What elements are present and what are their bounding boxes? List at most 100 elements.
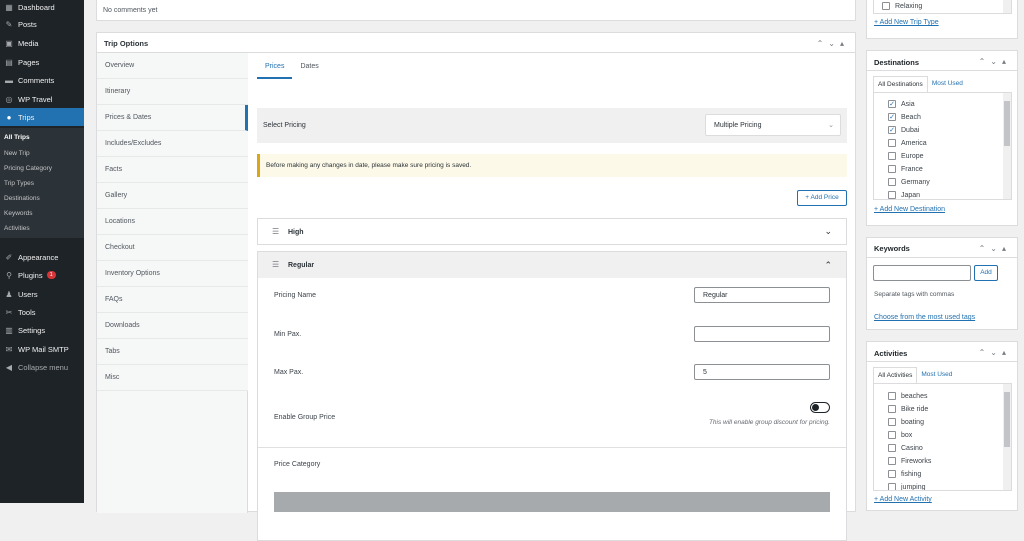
- tab-most-used[interactable]: Most Used: [917, 367, 956, 383]
- add-new-destination-link[interactable]: + Add New Destination: [874, 206, 945, 213]
- collapse-menu[interactable]: ◀ Collapse menu: [0, 358, 84, 376]
- trip-type-relaxing[interactable]: Relaxing: [882, 2, 922, 10]
- keyword-input[interactable]: [873, 265, 971, 281]
- tab-downloads[interactable]: Downloads: [97, 313, 248, 339]
- activity-item[interactable]: boating: [888, 418, 924, 426]
- activity-item[interactable]: fishing: [888, 470, 921, 478]
- activity-item[interactable]: box: [888, 431, 912, 439]
- scrollbar[interactable]: [1003, 0, 1011, 13]
- price-row-high[interactable]: ☰ High ⌄: [257, 218, 847, 245]
- tab-facts[interactable]: Facts: [97, 157, 248, 183]
- menu-posts[interactable]: ✎ Posts: [0, 15, 84, 33]
- menu-wp-mail-smtp[interactable]: ✉ WP Mail SMTP: [0, 340, 84, 358]
- menu-trips[interactable]: ● Trips: [0, 108, 84, 126]
- min-pax-input[interactable]: [694, 326, 830, 342]
- destination-item[interactable]: France: [888, 165, 923, 173]
- tab-all-destinations[interactable]: All Destinations: [873, 76, 928, 92]
- tab-includes-excludes[interactable]: Includes/Excludes: [97, 131, 248, 157]
- submenu-all-trips[interactable]: All Trips: [4, 134, 30, 141]
- checkbox[interactable]: ✓: [888, 100, 896, 108]
- drag-handle-icon[interactable]: ☰: [272, 260, 279, 269]
- price-category-row[interactable]: [274, 492, 830, 512]
- subtab-dates[interactable]: Dates: [292, 53, 326, 79]
- submenu-keywords[interactable]: Keywords: [4, 210, 33, 217]
- box-controls[interactable]: ⌃⌄▴: [979, 348, 1011, 357]
- tab-all-activities[interactable]: All Activities: [873, 367, 918, 383]
- checkbox[interactable]: [888, 457, 896, 465]
- destination-item[interactable]: America: [888, 139, 927, 147]
- destination-item[interactable]: ✓ Asia: [888, 100, 915, 108]
- add-new-trip-type-link[interactable]: + Add New Trip Type: [874, 19, 939, 26]
- tab-overview[interactable]: Overview: [97, 53, 248, 79]
- destination-item[interactable]: Europe: [888, 152, 924, 160]
- pricing-select[interactable]: Multiple Pricing ⌄: [705, 114, 841, 136]
- tab-checkout[interactable]: Checkout: [97, 235, 248, 261]
- submenu-destinations[interactable]: Destinations: [4, 195, 40, 202]
- checkbox[interactable]: ✓: [888, 126, 896, 134]
- submenu-pricing-category[interactable]: Pricing Category: [4, 165, 52, 172]
- activity-item[interactable]: Casino: [888, 444, 923, 452]
- menu-pages[interactable]: ▤ Pages: [0, 53, 84, 71]
- checkbox[interactable]: [888, 431, 896, 439]
- regular-header[interactable]: ☰ Regular ⌃: [258, 252, 846, 278]
- tab-prices-dates[interactable]: Prices & Dates: [97, 105, 248, 131]
- add-new-activity-link[interactable]: + Add New Activity: [874, 496, 932, 503]
- box-controls[interactable]: ⌃⌄▴: [979, 57, 1011, 66]
- max-pax-input[interactable]: 5: [694, 364, 830, 380]
- subtab-prices[interactable]: Prices: [257, 53, 293, 79]
- drag-handle-icon[interactable]: ☰: [272, 227, 279, 236]
- tab-locations[interactable]: Locations: [97, 209, 248, 235]
- tab-faqs[interactable]: FAQs: [97, 287, 248, 313]
- destination-item[interactable]: Japan: [888, 191, 920, 199]
- menu-comments[interactable]: ▬ Comments: [0, 71, 84, 89]
- submenu-trip-types[interactable]: Trip Types: [4, 180, 34, 187]
- activity-item[interactable]: jumping: [888, 483, 926, 490]
- menu-appearance[interactable]: ✐ Appearance: [0, 248, 84, 266]
- checkbox[interactable]: [888, 191, 896, 199]
- add-keyword-button[interactable]: Add: [974, 265, 998, 281]
- add-price-button[interactable]: + Add Price: [797, 190, 847, 206]
- checkbox[interactable]: [888, 178, 896, 186]
- menu-users[interactable]: ♟ Users: [0, 285, 84, 303]
- pricing-name-input[interactable]: Regular: [694, 287, 830, 303]
- tab-tabs[interactable]: Tabs: [97, 339, 248, 365]
- activities-list: beaches Bike ride boating box Casino Firework…: [873, 383, 1012, 491]
- tab-most-used[interactable]: Most Used: [928, 76, 967, 92]
- destination-item[interactable]: Germany: [888, 178, 930, 186]
- menu-dashboard[interactable]: ▦ Dashboard: [0, 0, 84, 14]
- checkbox[interactable]: [888, 152, 896, 160]
- menu-wp-travel[interactable]: ◎ WP Travel: [0, 90, 84, 108]
- box-controls[interactable]: ⌃⌄▴: [817, 39, 849, 48]
- tab-gallery[interactable]: Gallery: [97, 183, 248, 209]
- collapse-icon: ◀: [5, 362, 13, 372]
- scrollbar[interactable]: [1003, 93, 1011, 199]
- tab-inventory-options[interactable]: Inventory Options: [97, 261, 248, 287]
- checkbox[interactable]: [888, 139, 896, 147]
- activity-item[interactable]: beaches: [888, 392, 927, 400]
- checkbox[interactable]: [888, 418, 896, 426]
- checkbox[interactable]: [888, 483, 896, 490]
- checkbox[interactable]: [888, 405, 896, 413]
- choose-most-used-tags-link[interactable]: Choose from the most used tags: [874, 314, 975, 321]
- checkbox[interactable]: [888, 392, 896, 400]
- destination-item[interactable]: ✓ Beach: [888, 113, 921, 121]
- scrollbar[interactable]: [1003, 384, 1011, 490]
- menu-plugins[interactable]: ⚲ Plugins 1: [0, 266, 84, 284]
- destination-item[interactable]: ✓ Dubai: [888, 126, 919, 134]
- checkbox[interactable]: [882, 2, 890, 10]
- menu-tools[interactable]: ✂ Tools: [0, 303, 84, 321]
- checkbox[interactable]: ✓: [888, 113, 896, 121]
- checkbox[interactable]: [888, 165, 896, 173]
- checkbox[interactable]: [888, 444, 896, 452]
- box-controls[interactable]: ⌃⌄▴: [979, 244, 1011, 253]
- submenu-activities[interactable]: Activities: [4, 225, 30, 232]
- activity-item[interactable]: Bike ride: [888, 405, 928, 413]
- menu-media[interactable]: ▣ Media: [0, 34, 84, 52]
- tab-itinerary[interactable]: Itinerary: [97, 79, 248, 105]
- tab-misc[interactable]: Misc: [97, 365, 248, 391]
- group-price-toggle[interactable]: [810, 402, 830, 413]
- checkbox[interactable]: [888, 470, 896, 478]
- submenu-new-trip[interactable]: New Trip: [4, 150, 30, 157]
- activity-item[interactable]: Fireworks: [888, 457, 931, 465]
- menu-settings[interactable]: ▥ Settings: [0, 321, 84, 339]
